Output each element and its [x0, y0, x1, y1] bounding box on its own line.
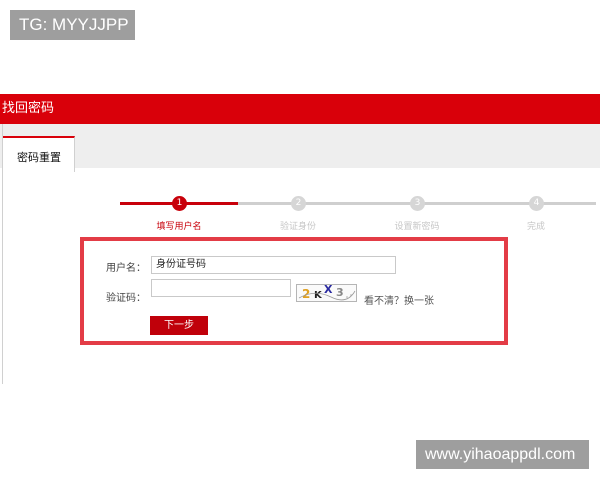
tab-password-reset[interactable]: 密码重置 — [3, 136, 75, 172]
step-3-label: 设置新密码 — [394, 222, 440, 232]
step-2-indicator: 2 — [291, 196, 306, 211]
next-button[interactable]: 下一步 — [150, 316, 208, 335]
captcha-image[interactable]: 2 K X 3 — [296, 283, 357, 302]
username-label: 用户名： — [106, 263, 146, 274]
tab-strip — [0, 124, 600, 168]
captcha-input[interactable] — [151, 279, 291, 297]
page-title: 找回密码 — [2, 101, 55, 116]
progress-steps: 1 填写用户名 2 验证身份 3 设置新密码 4 完成 — [120, 194, 596, 234]
step-4-indicator: 4 — [529, 196, 544, 211]
step-4-label: 完成 — [526, 222, 546, 232]
step-2-label: 验证身份 — [279, 222, 317, 232]
refresh-captcha-link[interactable]: 看不清？换一张 — [364, 292, 434, 307]
tab-label: 密码重置 — [17, 151, 61, 164]
watermark-top: TG: MYYJJPP — [10, 10, 135, 40]
captcha-label: 验证码： — [106, 293, 146, 304]
step-1-label: 填写用户名 — [156, 222, 202, 232]
captcha-noise — [298, 290, 356, 301]
watermark-bottom: www.yihaoappdl.com — [416, 440, 589, 469]
step-1-indicator: 1 — [172, 196, 187, 211]
step-3-indicator: 3 — [410, 196, 425, 211]
username-input[interactable]: 身份证号码 — [151, 256, 396, 274]
page-header: 找回密码 — [0, 94, 600, 124]
